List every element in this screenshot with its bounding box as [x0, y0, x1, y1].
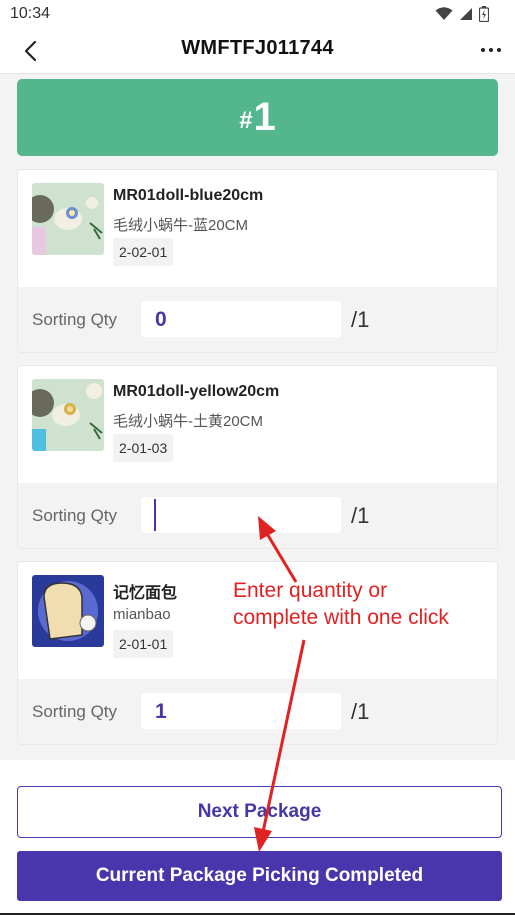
wifi-icon	[435, 7, 453, 20]
qty-row: Sorting Qty 0 /1	[18, 287, 497, 352]
item-name: mianbao	[113, 606, 171, 623]
package-hash: #	[239, 106, 253, 134]
qty-row: Sorting Qty 1 /1	[18, 679, 497, 744]
package-number-banner: # 1	[17, 79, 498, 156]
nav-bar: WMFTFJ011744	[0, 28, 515, 74]
annotation-text: complete with one click	[233, 606, 449, 629]
package-number: 1	[253, 95, 276, 139]
qty-total: /1	[351, 503, 370, 528]
item-sku: 记忆面包	[113, 585, 178, 602]
page-title: WMFTFJ011744	[181, 37, 334, 59]
item-name: 毛绒小蜗牛-土黄20CM	[113, 413, 264, 430]
item-sku: MR01doll-yellow20cm	[113, 383, 280, 400]
product-thumbnail	[32, 183, 104, 255]
qty-input[interactable]	[141, 497, 341, 533]
next-package-button[interactable]: Next Package	[17, 786, 502, 838]
status-icons	[435, 6, 489, 22]
item-sku: MR01doll-blue20cm	[113, 187, 264, 204]
battery-icon	[479, 6, 489, 22]
product-thumbnail	[32, 379, 104, 451]
qty-value: 0	[155, 308, 167, 331]
product-thumbnail	[32, 575, 104, 647]
item-name: 毛绒小蜗牛-蓝20CM	[113, 217, 249, 234]
signal-icon	[460, 8, 472, 20]
complete-picking-button[interactable]: Current Package Picking Completed	[17, 851, 502, 901]
qty-input[interactable]: 1	[141, 693, 341, 729]
qty-row: Sorting Qty /1	[18, 483, 497, 548]
action-footer: Next Package Current Package Picking Com…	[0, 760, 515, 915]
qty-input[interactable]: 0	[141, 301, 341, 337]
qty-value: 1	[155, 700, 167, 723]
item-card: MR01doll-yellow20cm 毛绒小蜗牛-土黄20CM 2-01-03…	[17, 365, 498, 549]
item-location: 2-02-01	[113, 238, 174, 266]
item-card: MR01doll-blue20cm 毛绒小蜗牛-蓝20CM 2-02-01 So…	[17, 169, 498, 353]
more-horizontal-icon[interactable]	[479, 40, 503, 60]
status-time: 10:34	[10, 5, 51, 22]
item-location: 2-01-03	[113, 434, 174, 462]
content-area: # 1 MR01doll-blue20cm 毛绒小蜗牛-蓝20CM 2-02-0…	[0, 74, 515, 760]
qty-total: /1	[351, 307, 370, 332]
status-bar: 10:34	[0, 0, 515, 28]
qty-label: Sorting Qty	[32, 506, 118, 525]
qty-label: Sorting Qty	[32, 702, 118, 721]
text-cursor	[154, 499, 156, 531]
qty-label: Sorting Qty	[32, 310, 118, 329]
annotation-text: Enter quantity or	[233, 579, 388, 602]
qty-total: /1	[351, 699, 370, 724]
item-location: 2-01-01	[113, 630, 174, 658]
